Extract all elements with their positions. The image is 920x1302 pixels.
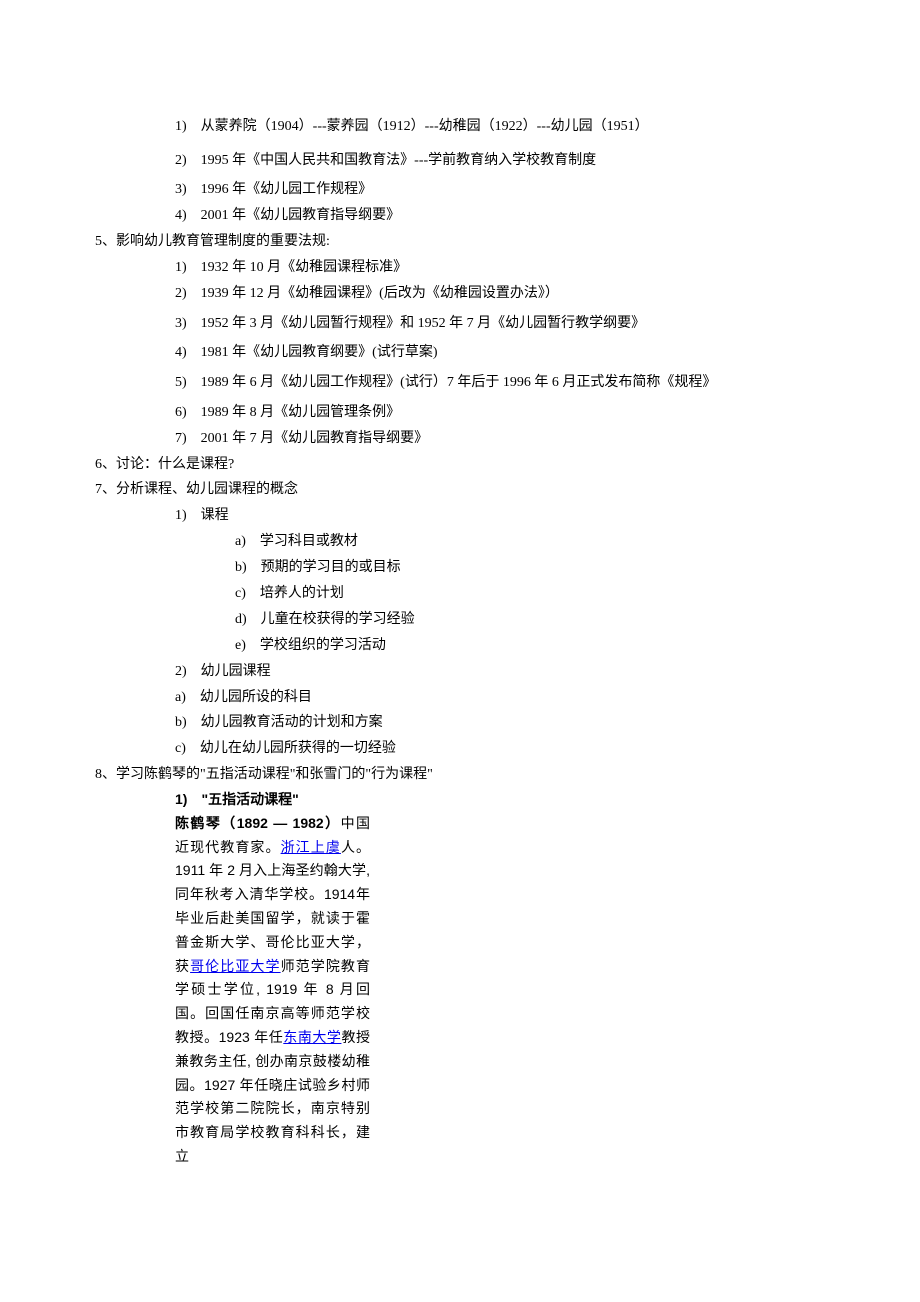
outline-line: a) 幼儿园所设的科目	[175, 685, 825, 711]
bio-text: 近现代教育家。	[175, 839, 281, 855]
outline-line: b) 幼儿园教育活动的计划和方案	[175, 710, 825, 736]
bio-text: 中国	[341, 815, 370, 831]
link-southeast-university[interactable]: 东南大学	[283, 1029, 341, 1045]
link-columbia-university[interactable]: 哥伦比亚大学	[190, 958, 281, 974]
outline-line: a) 学习科目或教材	[235, 529, 825, 555]
outline-line: 7) 2001 年 7 月《幼儿园教育指导纲要》	[175, 426, 825, 452]
person-name: 陈鹤琴（1892 — 1982）	[175, 815, 341, 831]
outline-line: c) 幼儿在幼儿园所获得的一切经验	[175, 736, 825, 762]
outline-line: 3) 1996 年《幼儿园工作规程》	[175, 177, 825, 203]
outline-line: 1) 课程	[175, 503, 825, 529]
link-zhejiang-shangyu[interactable]: 浙江上虞	[281, 839, 341, 855]
outline-line: 4) 1981 年《幼儿园教育纲要》(试行草案)	[175, 340, 825, 366]
section-heading: 1) "五指活动课程"	[175, 788, 370, 812]
outline-line: 3) 1952 年 3 月《幼儿园暂行规程》和 1952 年 7 月《幼儿园暂行…	[175, 307, 825, 341]
outline-line: 1) 从蒙养院（1904）---蒙养园（1912）---幼稚园（1922）---…	[175, 110, 825, 144]
outline-line: 2) 1995 年《中国人民共和国教育法》---学前教育纳入学校教育制度	[175, 144, 825, 178]
bio-paragraph: 陈鹤琴（1892 — 1982）中国近现代教育家。浙江上虞人。1911 年 2 …	[175, 812, 370, 1169]
outline-line: 1) 1932 年 10 月《幼稚园课程标准》	[175, 255, 825, 281]
outline-line: b) 预期的学习目的或目标	[235, 555, 825, 581]
outline-line: 4) 2001 年《幼儿园教育指导纲要》	[175, 203, 825, 229]
outline-line: 6、讨论：什么是课程?	[95, 452, 825, 478]
outline-line: c) 培养人的计划	[235, 581, 825, 607]
outline-line: 8、学习陈鹤琴的"五指活动课程"和张雪门的"行为课程"	[95, 762, 825, 788]
bio-text: 人。	[341, 839, 370, 855]
outline-line: 2) 幼儿园课程	[175, 659, 825, 685]
outline-line: 5、影响幼儿教育管理制度的重要法规:	[95, 229, 825, 255]
outline-line: 6) 1989 年 8 月《幼儿园管理条例》	[175, 400, 825, 426]
outline-line: 7、分析课程、幼儿园课程的概念	[95, 477, 825, 503]
outline-line: d) 儿童在校获得的学习经验	[235, 607, 825, 633]
outline-line: 5) 1989 年 6 月《幼儿园工作规程》(试行）7 年后于 1996 年 6…	[175, 366, 825, 400]
outline-line: 2) 1939 年 12 月《幼稚园课程》(后改为《幼稚园设置办法》）	[175, 281, 825, 307]
outline-line: e) 学校组织的学习活动	[235, 633, 825, 659]
bio-text: 教授兼教务主任, 创办南京鼓楼幼稚园。1927 年任晓庄试验乡村师范学校第二院院…	[175, 1029, 370, 1164]
